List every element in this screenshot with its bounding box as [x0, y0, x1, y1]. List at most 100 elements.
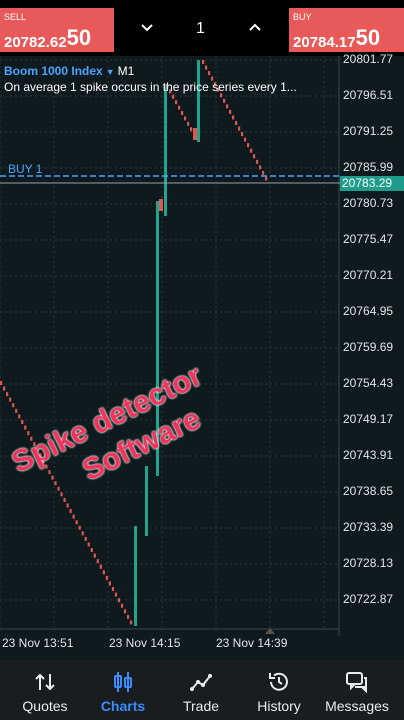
- bearish-candle: [81, 531, 84, 536]
- bearish-candle: [244, 137, 247, 142]
- bearish-candle: [250, 148, 253, 153]
- bearish-candle: [75, 520, 78, 525]
- timeframe: M1: [117, 64, 135, 78]
- bearish-candle: [172, 94, 175, 99]
- caret-down-icon: ▼: [105, 67, 115, 77]
- price-scale-label: 20780.73: [343, 196, 394, 210]
- bearish-candle: [72, 514, 75, 519]
- buy-label: BUY: [293, 12, 312, 22]
- bearish-candle: [253, 154, 256, 159]
- bearish-candle: [235, 121, 238, 125]
- buy-button[interactable]: BUY 20784.1750: [289, 8, 404, 52]
- price-scale-label: 20759.69: [343, 340, 394, 354]
- sell-label: SELL: [4, 12, 27, 22]
- nav-messages[interactable]: Messages: [317, 660, 397, 720]
- bearish-candle: [259, 165, 262, 170]
- nav-history[interactable]: History: [239, 660, 319, 720]
- spike-candle: [164, 86, 167, 216]
- lot-selector: 1: [118, 8, 286, 52]
- bearish-candle: [187, 121, 190, 126]
- spike-candle: [197, 60, 200, 142]
- bearish-candle: [12, 403, 15, 408]
- bearish-candle: [159, 199, 163, 211]
- bearish-candle: [208, 71, 211, 76]
- price-scale-label: 20754.43: [343, 376, 394, 390]
- buy-position-label[interactable]: BUY 1: [8, 162, 42, 176]
- bearish-candle: [102, 570, 105, 575]
- price-scale-label: 20796.51: [343, 88, 394, 102]
- price-scale-label: 20728.13: [343, 556, 394, 570]
- bearish-candle: [241, 132, 244, 137]
- bearish-candle: [232, 115, 235, 120]
- bearish-candle: [96, 559, 99, 564]
- time-label: 23 Nov 13:51: [2, 636, 74, 650]
- messages-icon: [345, 670, 369, 694]
- bearish-candle: [93, 553, 96, 558]
- nav-charts[interactable]: Charts: [83, 660, 163, 720]
- spike-candle: [145, 466, 148, 536]
- bearish-candle: [229, 109, 232, 114]
- bearish-candle: [90, 548, 93, 553]
- price-scale-label: 20770.21: [343, 268, 394, 282]
- bearish-candle: [126, 614, 130, 619]
- sell-price: 20782.6250: [4, 25, 92, 51]
- bearish-candle: [87, 542, 90, 547]
- price-scale-label: 20749.17: [343, 412, 394, 426]
- bearish-candle: [105, 575, 108, 580]
- bearish-candle: [0, 381, 3, 385]
- bearish-candle: [238, 126, 241, 131]
- bearish-candle: [114, 592, 118, 597]
- bearish-candle: [223, 98, 226, 103]
- price-scale-label: 20801.77: [343, 52, 394, 66]
- bearish-candle: [175, 100, 178, 105]
- bearish-candle: [78, 525, 81, 530]
- price-chart[interactable]: Boom 1000 Index ▼ M1 On average 1 spike oc…: [0, 52, 404, 660]
- price-scale-label: 20791.25: [343, 124, 394, 138]
- price-scale-label: 20743.91: [343, 448, 394, 462]
- bearish-candle: [15, 408, 18, 413]
- time-label: 23 Nov 14:15: [109, 636, 181, 650]
- sell-button[interactable]: SELL 20782.6250: [0, 8, 114, 52]
- bearish-candle: [99, 564, 102, 569]
- lot-value[interactable]: 1: [196, 20, 205, 38]
- bearish-candle: [178, 105, 181, 110]
- current-price-tag: 20783.29: [340, 176, 404, 191]
- bearish-candle: [184, 116, 187, 121]
- price-scale-label: 20722.87: [343, 592, 394, 606]
- bearish-candle: [108, 581, 112, 586]
- bearish-candle: [129, 620, 133, 625]
- bearish-candle: [84, 536, 87, 541]
- chart-symbol[interactable]: Boom 1000 Index ▼ M1: [4, 64, 134, 78]
- bearish-candle: [120, 603, 124, 608]
- nav-quotes[interactable]: Quotes: [5, 660, 85, 720]
- trade-toolbar: SELL 20782.6250 1 BUY 20784.1750: [0, 0, 404, 56]
- charts-icon: [111, 670, 135, 694]
- bearish-candle: [24, 425, 27, 430]
- bearish-candle: [117, 598, 121, 603]
- bearish-candle: [205, 65, 208, 70]
- chevron-up-icon[interactable]: [248, 20, 262, 39]
- bottom-nav: Quotes Charts Trade History Messages: [0, 660, 404, 720]
- quotes-icon: [33, 670, 57, 694]
- price-scale-label: 20764.95: [343, 304, 394, 318]
- bearish-candle: [3, 386, 6, 391]
- bearish-candle: [226, 104, 229, 109]
- nav-trade[interactable]: Trade: [161, 660, 241, 720]
- bearish-candle: [256, 159, 259, 164]
- price-scale-label: 20785.99: [343, 160, 394, 174]
- price-scale-label: 20733.39: [343, 520, 394, 534]
- chevron-down-icon[interactable]: [140, 20, 154, 39]
- bearish-candle: [190, 127, 193, 132]
- bearish-candle: [69, 509, 72, 514]
- symbol-name: Boom 1000 Index: [4, 64, 103, 78]
- bearish-candle: [6, 392, 9, 397]
- symbol-description: On average 1 spike occurs in the price s…: [4, 80, 297, 94]
- price-scale-label: 20775.47: [343, 232, 394, 246]
- trade-icon: [189, 670, 213, 694]
- bearish-candle: [27, 431, 30, 436]
- bearish-candle: [202, 60, 205, 64]
- spike-candle: [134, 526, 137, 626]
- bearish-candle: [111, 587, 115, 592]
- bearish-candle: [262, 170, 265, 175]
- bearish-candle: [181, 111, 184, 115]
